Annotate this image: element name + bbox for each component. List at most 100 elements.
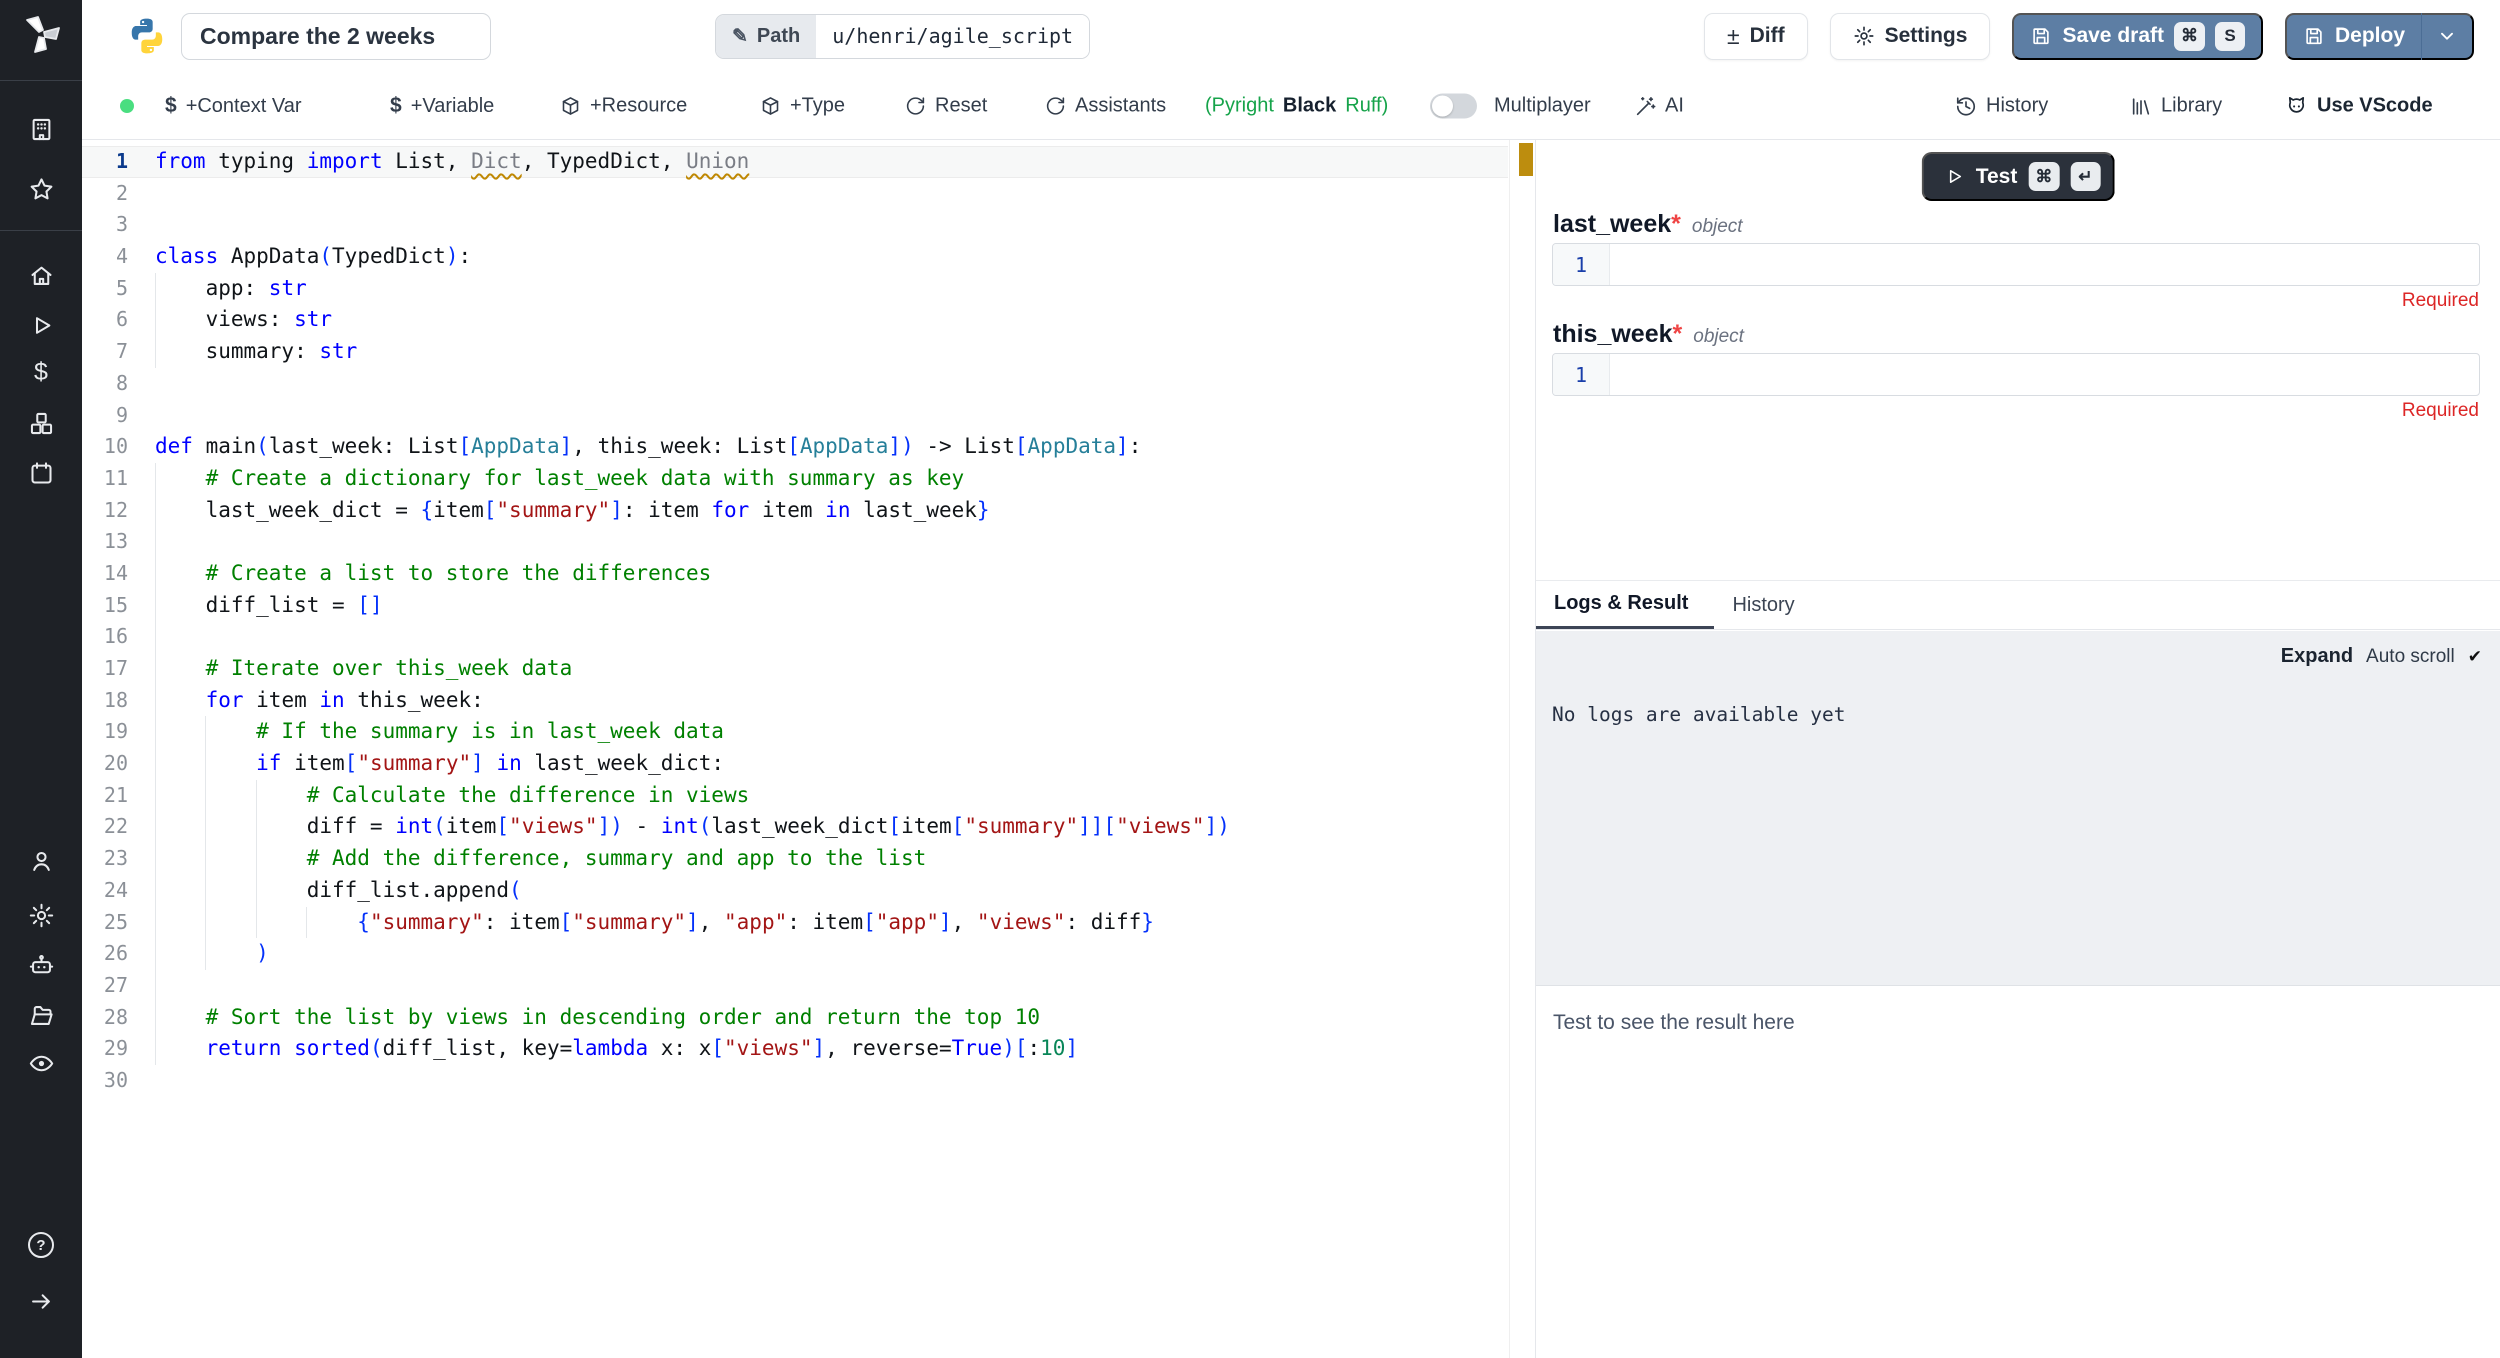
auto-scroll-label[interactable]: Auto scroll [2366,646,2455,668]
schedules-calendar-icon[interactable] [0,460,82,487]
code-line[interactable]: 1from typing import List, Dict, TypedDic… [82,146,1508,178]
editor-toolbar: $ +Context Var $ +Variable +Resource +Ty… [82,72,2500,140]
library-button[interactable]: Library [2130,95,2222,118]
code-line[interactable]: 20 if item["summary"] in last_week_dict: [82,748,1508,780]
workers-robot-icon[interactable] [0,952,82,979]
code-editor[interactable]: 1from typing import List, Dict, TypedDic… [82,140,1536,1358]
tab-logs-result[interactable]: Logs & Result [1536,581,1714,629]
favorites-star-icon[interactable] [0,176,82,203]
library-books-icon [2130,95,2152,117]
code-line[interactable]: 21 # Calculate the difference in views [82,780,1508,812]
variables-dollar-icon[interactable]: $ [0,360,82,385]
code-line[interactable]: 25 {"summary": item["summary"], "app": i… [82,907,1508,939]
chevron-down-icon [2436,25,2458,47]
script-path-chip[interactable]: ✎ Path u/henri/agile_script [715,14,1090,59]
input-editor-area[interactable] [1610,244,2479,285]
arg-name: this_week [1553,320,1673,349]
code-line[interactable]: 15 diff_list = [] [82,590,1508,622]
code-line[interactable]: 17 # Iterate over this_week data [82,653,1508,685]
code-line[interactable]: 23 # Add the difference, summary and app… [82,843,1508,875]
diff-button[interactable]: ± Diff [1704,13,1808,60]
code-line[interactable]: 22 diff = int(item["views"]) - int(last_… [82,811,1508,843]
deploy-dropdown[interactable] [2422,25,2472,47]
audit-eye-icon[interactable] [0,1050,82,1077]
save-draft-button[interactable]: Save draft ⌘ S [2012,13,2263,60]
code-text: for item in this_week: [128,685,1508,717]
check-icon[interactable]: ✔ [2468,647,2482,667]
script-title-input[interactable] [181,13,491,60]
no-logs-message: No logs are available yet [1552,703,1846,726]
home-icon[interactable] [0,262,82,289]
user-icon[interactable] [0,848,82,875]
toggle-knob [1432,96,1453,117]
settings-gear-icon[interactable] [0,902,82,929]
resources-boxes-icon[interactable] [0,410,82,437]
code-line[interactable]: 3 [82,209,1508,241]
multiplayer-toggle[interactable] [1430,94,1477,119]
runs-play-icon[interactable] [0,312,82,339]
collapse-arrow-right-icon[interactable] [0,1288,82,1315]
windmill-logo-icon[interactable] [0,12,82,58]
assistants-button[interactable]: Assistants [1045,95,1166,118]
code-line[interactable]: 9 [82,400,1508,432]
required-message: Required [2402,400,2479,422]
add-type-button[interactable]: +Type [760,95,845,118]
code-line[interactable]: 14 # Create a list to store the differen… [82,558,1508,590]
assistant-pyright: (Pyright [1205,95,1274,118]
code-line[interactable]: 18 for item in this_week: [82,685,1508,717]
code-lines: 1from typing import List, Dict, TypedDic… [82,146,1508,1097]
code-line[interactable]: 19 # If the summary is in last_week data [82,716,1508,748]
add-context-var-button[interactable]: $ +Context Var [165,94,302,118]
code-text: # Sort the list by views in descending o… [128,1002,1508,1034]
code-line[interactable]: 2 [82,178,1508,210]
kbd-return: ↵ [2070,162,2100,191]
code-line[interactable]: 5 app: str [82,273,1508,305]
reset-button[interactable]: Reset [905,95,987,118]
required-asterisk: * [1673,320,1683,349]
code-line[interactable]: 30 [82,1065,1508,1097]
ai-button[interactable]: AI [1634,95,1684,118]
code-line[interactable]: 6 views: str [82,304,1508,336]
diff-label: Diff [1750,24,1785,48]
input-editor-area[interactable] [1610,354,2479,395]
code-line[interactable]: 13 [82,526,1508,558]
add-variable-button[interactable]: $ +Variable [390,94,494,118]
add-resource-button[interactable]: +Resource [560,95,687,118]
tab-history[interactable]: History [1714,581,1820,629]
line-number: 15 [82,590,128,622]
history-button[interactable]: History [1955,95,2048,118]
arg-this-week-input[interactable]: 1 [1552,353,2480,396]
line-number: 12 [82,495,128,527]
code-text [128,526,1508,558]
code-line[interactable]: 24 diff_list.append( [82,875,1508,907]
code-line[interactable]: 8 [82,368,1508,400]
deploy-button[interactable]: Deploy [2285,13,2474,60]
help-icon[interactable]: ? [0,1232,82,1258]
settings-button[interactable]: Settings [1830,13,1991,60]
code-text: from typing import List, Dict, TypedDict… [128,146,1508,178]
code-line[interactable]: 16 [82,621,1508,653]
code-line[interactable]: 28 # Sort the list by views in descendin… [82,1002,1508,1034]
workspace-building-icon[interactable] [0,116,82,143]
add-context-var-label: +Context Var [186,95,302,118]
line-number: 13 [82,526,128,558]
code-line[interactable]: 11 # Create a dictionary for last_week d… [82,463,1508,495]
use-vscode-button[interactable]: Use VScode [2285,95,2433,118]
code-line[interactable]: 10def main(last_week: List[AppData], thi… [82,431,1508,463]
code-line[interactable]: 7 summary: str [82,336,1508,368]
line-number: 5 [82,273,128,305]
arg-last-week-input[interactable]: 1 [1552,243,2480,286]
code-line[interactable]: 12 last_week_dict = {item["summary"]: it… [82,495,1508,527]
code-text: app: str [128,273,1508,305]
code-line[interactable]: 29 return sorted(diff_list, key=lambda x… [82,1033,1508,1065]
folders-icon[interactable] [0,1002,82,1029]
test-button[interactable]: Test ⌘ ↵ [1922,152,2115,201]
editor-overview-ruler[interactable] [1509,140,1535,1358]
code-line[interactable]: 4class AppData(TypedDict): [82,241,1508,273]
code-line[interactable]: 27 [82,970,1508,1002]
code-line[interactable]: 26 ) [82,938,1508,970]
rotate-cw-icon [1045,96,1066,117]
line-number: 17 [82,653,128,685]
expand-button[interactable]: Expand [2281,645,2353,668]
header-actions: ± Diff Settings Save draft ⌘ [1704,13,2500,60]
